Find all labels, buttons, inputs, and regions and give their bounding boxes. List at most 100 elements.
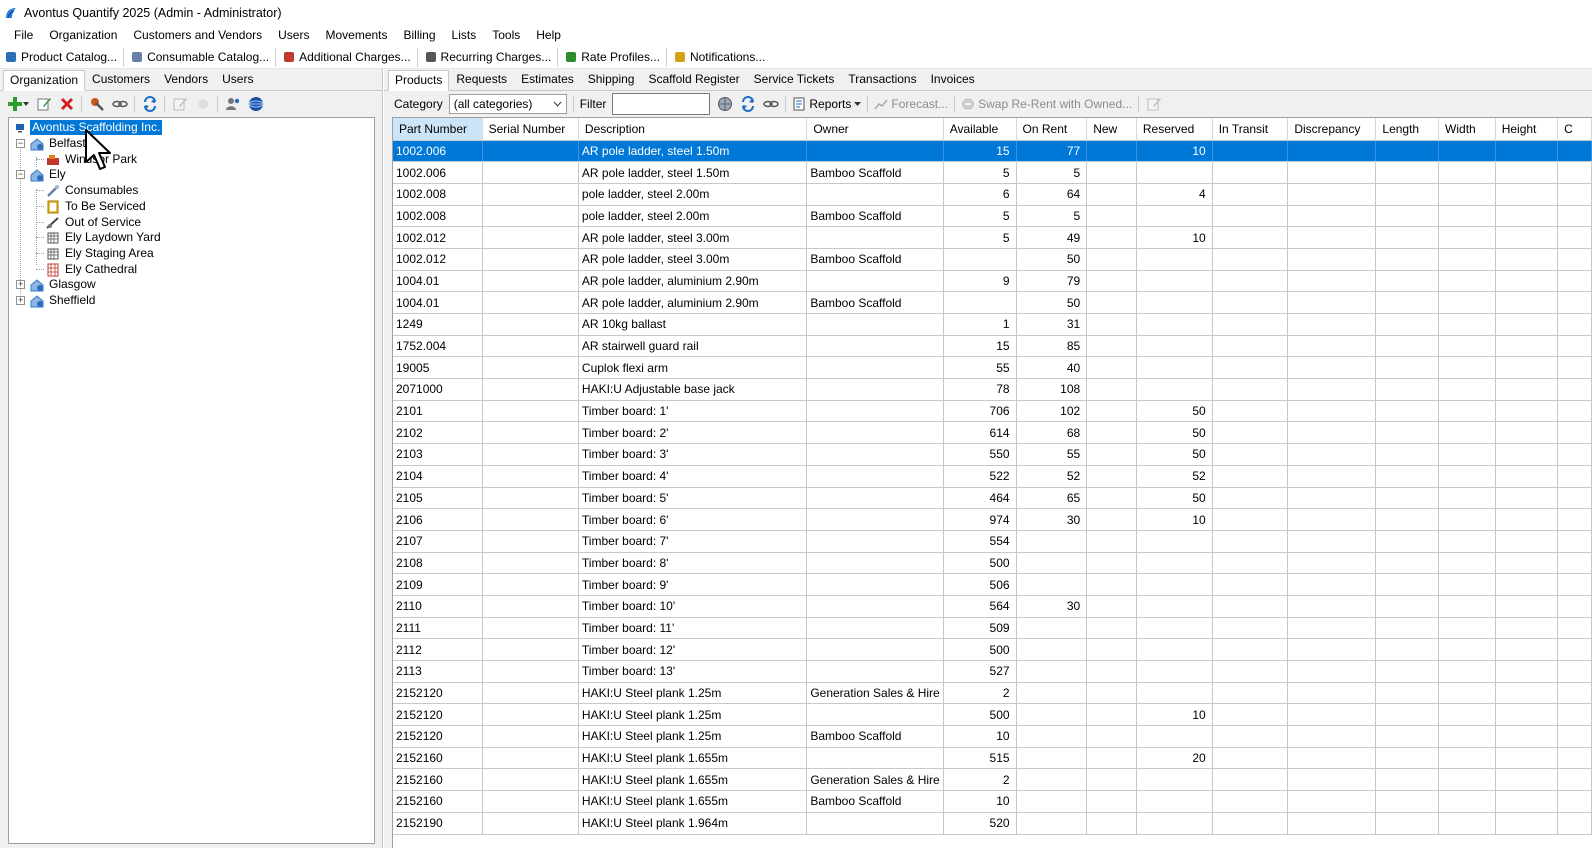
table-row[interactable]: 2103 Timber board: 3' 550 55 50 — [393, 443, 1592, 466]
menu-help[interactable]: Help — [528, 25, 569, 46]
tree-node-glasgow[interactable]: Glasgow — [30, 277, 98, 292]
column-header-new[interactable]: New — [1086, 118, 1137, 141]
table-row[interactable]: 1002.008 pole ladder, steel 2.00m Bamboo S… — [393, 205, 1592, 228]
globe-icon[interactable] — [247, 96, 264, 113]
add-icon[interactable] — [6, 96, 23, 113]
category-select[interactable]: (all categories) — [448, 94, 567, 114]
column-header-on-rent[interactable]: On Rent — [1016, 118, 1088, 141]
table-row[interactable]: 1004.01 AR pole ladder, aluminium 2.90m 9 7… — [393, 270, 1592, 293]
column-header-c[interactable]: C — [1557, 118, 1592, 141]
table-row[interactable]: 2108 Timber board: 8' 500 — [393, 552, 1592, 575]
expand-toggle[interactable]: + — [16, 296, 25, 305]
column-header-discrepancy[interactable]: Discrepancy — [1287, 118, 1377, 141]
column-header-serial-number[interactable]: Serial Number — [482, 118, 579, 141]
edit-icon[interactable] — [35, 96, 52, 113]
tree-node-ely-laydown-yard[interactable]: Ely Laydown Yard — [46, 230, 163, 245]
table-row[interactable]: 2152160 HAKI:U Steel plank 1.655m 515 20 — [393, 747, 1592, 770]
filter-input[interactable] — [612, 93, 711, 115]
table-row[interactable]: 2107 Timber board: 7' 554 — [393, 530, 1592, 553]
tab-requests[interactable]: Requests — [449, 69, 514, 90]
menu-movements[interactable]: Movements — [317, 25, 395, 46]
menu-lists[interactable]: Lists — [444, 25, 485, 46]
tab-organization[interactable]: Organization — [3, 70, 86, 91]
table-row[interactable]: 2111 Timber board: 11' 509 — [393, 617, 1592, 640]
menu-organization[interactable]: Organization — [41, 25, 125, 46]
tab-shipping[interactable]: Shipping — [581, 69, 642, 90]
table-row[interactable]: 19005 Cuplok flexi arm 55 40 — [393, 356, 1592, 380]
expand-toggle[interactable]: + — [16, 280, 25, 289]
table-row[interactable]: 1752.004 AR stairwell guard rail 15 85 — [393, 335, 1592, 358]
table-row[interactable]: 2106 Timber board: 6' 974 30 10 — [393, 508, 1592, 531]
table-row[interactable]: 1002.012 AR pole ladder, steel 3.00m Bambo… — [393, 248, 1592, 271]
table-row[interactable]: 1249 AR 10kg ballast 1 31 — [393, 313, 1592, 336]
column-header-reserved[interactable]: Reserved — [1136, 118, 1213, 141]
swap-rerent-button[interactable]: Swap Re-Rent with Owned... — [961, 97, 1132, 111]
globe-filter-icon[interactable] — [716, 96, 733, 113]
table-row[interactable]: 2109 Timber board: 9' 506 — [393, 573, 1592, 596]
collapse-toggle[interactable]: − — [16, 170, 25, 179]
collapse-toggle[interactable]: − — [16, 139, 25, 148]
tree-node-to-be-serviced[interactable]: To Be Serviced — [46, 199, 148, 214]
column-header-available[interactable]: Available — [943, 118, 1017, 141]
table-row[interactable]: 2110 Timber board: 10' 564 30 — [393, 595, 1592, 618]
tab-scaffold-register[interactable]: Scaffold Register — [641, 69, 746, 90]
table-row[interactable]: 2152160 HAKI:U Steel plank 1.655m Generati… — [393, 768, 1592, 792]
refresh-icon[interactable] — [141, 96, 158, 113]
column-header-width[interactable]: Width — [1438, 118, 1496, 141]
tab-estimates[interactable]: Estimates — [514, 69, 581, 90]
forecast-button[interactable]: Forecast... — [874, 97, 948, 111]
column-header-owner[interactable]: Owner — [806, 118, 944, 141]
tools-icon[interactable] — [88, 96, 105, 113]
quick-rate-profiles-button[interactable]: Rate Profiles... — [562, 47, 667, 67]
quick-additional-charges-button[interactable]: Additional Charges... — [280, 47, 418, 67]
tree-node-consumables[interactable]: Consumables — [46, 183, 140, 198]
tab-service-tickets[interactable]: Service Tickets — [747, 69, 842, 90]
tab-vendors[interactable]: Vendors — [157, 69, 215, 90]
dropdown-arrow-icon[interactable] — [23, 96, 29, 113]
tab-invoices[interactable]: Invoices — [924, 69, 982, 90]
link-icon[interactable] — [111, 96, 128, 113]
table-row[interactable]: 1002.006 AR pole ladder, steel 1.50m Bambo… — [393, 161, 1592, 184]
quick-consumable-catalog-button[interactable]: Consumable Catalog... — [128, 47, 277, 67]
table-row[interactable]: 1002.012 AR pole ladder, steel 3.00m 5 49 10 — [393, 226, 1592, 249]
tab-transactions[interactable]: Transactions — [841, 69, 923, 90]
column-header-description[interactable]: Description — [578, 118, 808, 141]
table-row[interactable]: 2152120 HAKI:U Steel plank 1.25m Generatio… — [393, 682, 1592, 705]
menu-billing[interactable]: Billing — [396, 25, 444, 46]
column-header-in-transit[interactable]: In Transit — [1212, 118, 1289, 141]
tab-customers[interactable]: Customers — [85, 69, 157, 90]
tree-node-sheffield[interactable]: Sheffield — [30, 293, 97, 308]
link-icon[interactable] — [762, 96, 779, 113]
menu-users[interactable]: Users — [270, 25, 317, 46]
menu-tools[interactable]: Tools — [484, 25, 528, 46]
refresh-icon[interactable] — [739, 96, 756, 113]
table-row[interactable]: 2105 Timber board: 5' 464 65 50 — [393, 487, 1592, 510]
reports-button[interactable]: Reports — [792, 97, 862, 111]
menu-file[interactable]: File — [6, 25, 41, 46]
table-row[interactable]: 2102 Timber board: 2' 614 68 50 — [393, 421, 1592, 445]
tree-node-ely-cathedral[interactable]: Ely Cathedral — [46, 262, 139, 277]
column-header-height[interactable]: Height — [1495, 118, 1559, 141]
column-header-length[interactable]: Length — [1375, 118, 1440, 141]
column-header-part-number[interactable]: Part Number — [393, 118, 483, 141]
table-row[interactable]: 2071000 HAKI:U Adjustable base jack 78 108 — [393, 378, 1592, 401]
table-row[interactable]: 1004.01 AR pole ladder, aluminium 2.90m Ba… — [393, 291, 1592, 314]
menu-customers-and-vendors[interactable]: Customers and Vendors — [125, 25, 270, 46]
delete-icon[interactable] — [58, 96, 75, 113]
quick-recurring-charges-button[interactable]: Recurring Charges... — [422, 47, 559, 67]
tree-node-ely-staging-area[interactable]: Ely Staging Area — [46, 246, 156, 261]
table-row[interactable]: 2152120 HAKI:U Steel plank 1.25m Bamboo Sc… — [393, 725, 1592, 748]
user-settings-icon[interactable] — [224, 96, 241, 113]
tree-node-belfast[interactable]: Belfast — [30, 136, 88, 151]
quick-product-catalog-button[interactable]: Product Catalog... — [2, 47, 125, 67]
tree-node-out-of-service[interactable]: Out of Service — [46, 215, 143, 230]
table-row[interactable]: 2152190 HAKI:U Steel plank 1.964m 520 — [393, 812, 1592, 835]
tab-products[interactable]: Products — [388, 70, 450, 91]
table-row[interactable]: 1002.008 pole ladder, steel 2.00m 6 64 4 — [393, 183, 1592, 206]
table-row[interactable]: 2104 Timber board: 4' 522 52 52 — [393, 465, 1592, 488]
table-row[interactable]: 2152160 HAKI:U Steel plank 1.655m Bamboo S… — [393, 790, 1592, 813]
table-row[interactable]: 2113 Timber board: 13' 527 — [393, 660, 1592, 683]
quick-notifications-button[interactable]: Notifications... — [671, 48, 771, 67]
table-row[interactable]: 1002.006 AR pole ladder, steel 1.50m 15 77 1… — [393, 140, 1592, 163]
tree-node-ely[interactable]: Ely — [30, 167, 68, 182]
